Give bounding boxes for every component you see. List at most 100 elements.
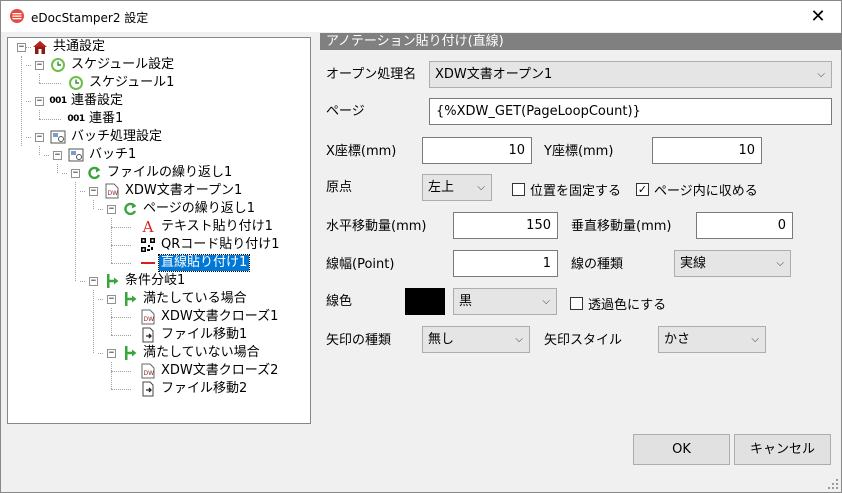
tree-node-label: ファイル移動2 [161, 381, 248, 396]
arrow-style-label: 矢印スタイル [544, 333, 623, 348]
file-move-icon [140, 327, 156, 343]
origin-value: 左上 [428, 180, 455, 195]
line-width-input[interactable]: 1 [453, 250, 558, 277]
open-process-select[interactable]: XDW文書オープン1 ⌵ [429, 61, 832, 88]
tree-node-label: QRコード貼り付け1 [161, 237, 280, 252]
tree-expander[interactable]: − [35, 61, 44, 70]
tree-node-label: スケジュール1 [89, 75, 175, 90]
line-type-select[interactable]: 実線 ⌵ [674, 250, 791, 277]
origin-select[interactable]: 左上 ⌵ [422, 174, 492, 201]
tree-node[interactable]: バッチ処理設定 [50, 128, 164, 146]
fix-position-checkbox[interactable]: 位置を固定する [512, 180, 621, 199]
tree-node[interactable]: DW XDW文書クローズ2 [140, 362, 280, 380]
chevron-down-icon: ⌵ [776, 258, 784, 269]
tree-node-label: ファイル移動1 [161, 327, 248, 342]
window-title: eDocStamper2 設定 [31, 11, 149, 25]
chevron-down-icon: ⌵ [542, 296, 550, 307]
transparent-checkbox[interactable]: 透過色にする [570, 294, 666, 313]
line-icon [140, 255, 156, 271]
arrow-type-label: 矢印の種類 [326, 333, 392, 348]
house-icon [32, 39, 48, 55]
tree-expander[interactable]: − [107, 205, 116, 214]
line-type-value: 実線 [680, 256, 707, 271]
line-color-label: 線色 [326, 294, 353, 309]
hmove-input[interactable]: 150 [453, 212, 558, 239]
number-icon: 001 [67, 114, 85, 124]
resize-grip-icon[interactable] [827, 478, 839, 490]
y-coord-input[interactable]: 10 [652, 137, 762, 164]
arrow-type-value: 無し [428, 332, 455, 347]
tree-node-label: 条件分岐1 [125, 273, 186, 288]
tree-node-label: 満たしていない場合 [143, 345, 260, 360]
tree-node[interactable]: ファイルの繰り返し1 [86, 164, 234, 182]
tree-expander[interactable]: − [17, 43, 26, 52]
fix-position-label: 位置を固定する [530, 184, 622, 199]
tree-node[interactable]: スケジュール設定 [50, 56, 176, 74]
x-coord-label: X座標(mm) [326, 144, 397, 159]
open-process-value: XDW文書オープン1 [435, 67, 553, 82]
tree-node[interactable]: DW XDW文書クローズ1 [140, 308, 280, 326]
tree-node[interactable]: ページの繰り返し1 [122, 200, 257, 218]
tree-node[interactable]: 001 連番設定 [49, 92, 125, 110]
tree-node-label: ページの繰り返し1 [143, 201, 256, 216]
tree-expander[interactable]: − [89, 187, 98, 196]
branch-icon [122, 291, 138, 307]
close-button[interactable]: ✕ [795, 1, 841, 32]
arrow-style-select[interactable]: かさ ⌵ [658, 326, 766, 353]
tree-node[interactable]: ファイル移動1 [140, 326, 249, 344]
panel-header: アノテーション貼り付け(直線) [320, 33, 842, 50]
tree-expander[interactable]: − [89, 277, 98, 286]
tree-node[interactable]: DW XDW文書オープン1 [104, 182, 244, 200]
xdw-doc-icon: DW [104, 183, 120, 199]
tree-node[interactable]: スケジュール1 [68, 74, 176, 92]
xdw-doc-icon: DW [140, 309, 156, 325]
checkmark-icon: ✓ [636, 183, 649, 196]
tree-expander[interactable]: − [107, 349, 116, 358]
app-icon [10, 9, 24, 23]
tree-expander[interactable]: − [71, 169, 80, 178]
tree-node-label: テキスト貼り付け1 [161, 219, 273, 234]
line-color-value: 黒 [459, 294, 473, 309]
tree-expander[interactable]: − [35, 133, 44, 142]
title-bar: eDocStamper2 設定 ✕ [1, 1, 841, 32]
tree-node[interactable]: 満たしていない場合 [122, 344, 262, 362]
origin-label: 原点 [326, 180, 353, 195]
tree-node-label: 直線貼り付け1 [157, 254, 251, 272]
tree-node[interactable]: ファイル移動2 [140, 380, 249, 398]
x-coord-input[interactable]: 10 [422, 137, 532, 164]
tree-node[interactable]: QRコード貼り付け1 [140, 236, 282, 254]
chevron-down-icon: ⌵ [817, 69, 825, 80]
ok-button[interactable]: OK [633, 434, 730, 465]
arrow-type-select[interactable]: 無し ⌵ [422, 326, 530, 353]
batch-icon [50, 129, 66, 145]
tree-node[interactable]: 満たしている場合 [122, 290, 249, 308]
line-color-select[interactable]: 黒 ⌵ [453, 288, 557, 315]
hmove-label: 水平移動量(mm) [326, 219, 427, 234]
tree-expander[interactable]: − [107, 295, 116, 304]
line-width-label: 線幅(Point) [326, 257, 395, 272]
vmove-label: 垂直移動量(mm) [571, 219, 672, 234]
tree-expander[interactable]: − [53, 151, 62, 160]
page-input[interactable]: {%XDW_GET(PageLoopCount)} [429, 98, 832, 125]
page-label: ページ [326, 104, 365, 119]
clock-icon [68, 75, 84, 91]
chevron-down-icon: ⌵ [751, 334, 759, 345]
tree-node[interactable]: 直線貼り付け1 [140, 254, 251, 272]
settings-tree[interactable]: − − − − − − − − − − − 共通設定 スケジュール設定 スケジュール… [7, 37, 311, 424]
tree-node[interactable]: 共通設定 [32, 38, 107, 56]
tree-node-label: 連番1 [89, 111, 124, 126]
tree-expander[interactable]: − [35, 97, 44, 106]
fit-page-checkbox[interactable]: ✓ ページ内に収める [636, 180, 758, 199]
branch-icon [104, 273, 120, 289]
number-icon: 001 [49, 96, 67, 106]
vmove-input[interactable]: 0 [696, 212, 793, 239]
color-swatch[interactable] [405, 288, 445, 315]
fit-page-label: ページ内に収める [654, 184, 758, 199]
checkbox-box [512, 183, 525, 196]
tree-node[interactable]: A テキスト貼り付け1 [140, 218, 275, 236]
cancel-button[interactable]: キャンセル [734, 434, 831, 465]
tree-node-label: XDW文書オープン1 [125, 183, 243, 198]
tree-node[interactable]: 条件分岐1 [104, 272, 187, 290]
tree-node[interactable]: 001 連番1 [67, 110, 125, 128]
tree-node[interactable]: バッチ1 [68, 146, 138, 164]
